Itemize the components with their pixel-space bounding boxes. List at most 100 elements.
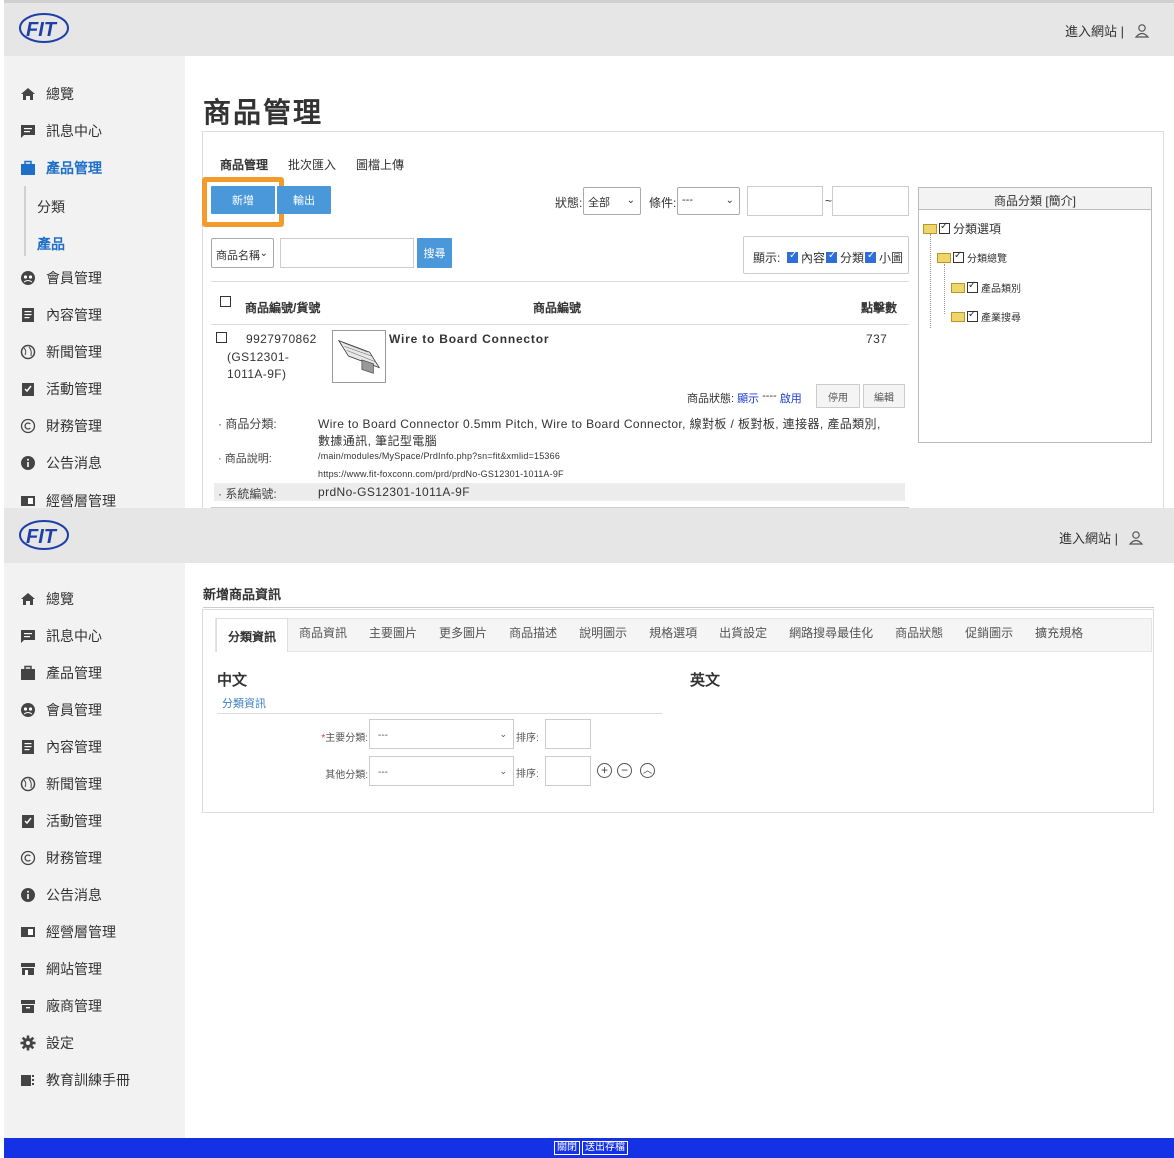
status-select[interactable]: 全部 ⌄ — [583, 187, 641, 215]
enter-site-link[interactable]: 進入網站 | — [1059, 528, 1118, 547]
row-checkbox[interactable] — [216, 332, 227, 343]
checklist-icon — [22, 383, 34, 396]
tab-seo[interactable]: 網路搜尋最佳化 — [778, 624, 884, 651]
other-category-label: 其他分類: — [325, 770, 368, 781]
status-show-link[interactable]: 顯示 — [737, 390, 759, 406]
nav-products[interactable]: 產品管理 — [20, 663, 102, 683]
category-info-link[interactable]: 分類資訊 — [222, 695, 266, 711]
minus-circle-icon[interactable]: − — [617, 763, 632, 778]
nav-vendors[interactable]: 廠商管理 — [20, 996, 102, 1016]
globe-icon — [20, 776, 36, 792]
tree-root[interactable]: 分類選項 — [923, 220, 1001, 237]
nav-content-label: 內容管理 — [46, 739, 102, 755]
search-field-select[interactable]: 商品名稱 ⌄ — [211, 238, 274, 268]
nav-events[interactable]: 活動管理 — [20, 811, 102, 831]
tab-product-info[interactable]: 商品資訊 — [288, 624, 358, 651]
condition-select[interactable]: --- ⌄ — [677, 187, 740, 215]
fit-logo[interactable]: FIT — [18, 11, 74, 45]
nav-products[interactable]: 產品管理 — [20, 158, 102, 178]
close-button[interactable]: 關閉 — [554, 1141, 580, 1155]
tree-leaf-product-type[interactable]: 產品類別 — [951, 280, 1021, 295]
nav-announcements[interactable]: 公告消息 — [20, 885, 102, 905]
nav-sub-product[interactable]: 產品 — [37, 234, 65, 254]
main-sort-input[interactable] — [545, 719, 591, 749]
checkbox-icon — [967, 280, 978, 293]
nav-news[interactable]: 新聞管理 — [20, 774, 102, 794]
nav-sub-category[interactable]: 分類 — [37, 197, 65, 217]
folder-icon — [951, 282, 965, 293]
divider — [203, 607, 1154, 608]
nav-finance[interactable]: 財務管理 — [20, 416, 102, 436]
select-all-checkbox[interactable] — [220, 296, 231, 307]
nav-training-manual[interactable]: 教育訓練手冊 — [20, 1070, 130, 1090]
tab-category-info[interactable]: 分類資訊 — [216, 618, 289, 652]
gear-icon — [20, 1035, 36, 1051]
nav-finance[interactable]: 財務管理 — [20, 848, 102, 868]
tab-image-upload[interactable]: 圖檔上傳 — [354, 154, 414, 182]
nav-overview[interactable]: 總覽 — [20, 589, 74, 609]
tab-main-image[interactable]: 主要圖片 — [358, 624, 428, 651]
tree-child[interactable]: 分類總覽 — [937, 250, 1007, 265]
tab-promo-icon[interactable]: 促銷圖示 — [954, 624, 1024, 651]
tab-batch-import[interactable]: 批次匯入 — [286, 154, 346, 182]
range-end-input[interactable] — [832, 186, 909, 216]
nav-executive[interactable]: 經營層管理 — [20, 922, 116, 942]
nav-messages[interactable]: 訊息中心 — [20, 626, 102, 646]
tab-illustration[interactable]: 說明圖示 — [568, 624, 638, 651]
nav-messages[interactable]: 訊息中心 — [20, 121, 102, 141]
search-input[interactable] — [280, 238, 414, 268]
nav-training-manual-label: 教育訓練手冊 — [46, 1072, 130, 1088]
nav-overview[interactable]: 總覽 — [20, 84, 74, 104]
tab-more-images[interactable]: 更多圖片 — [428, 624, 498, 651]
status-enabled-link[interactable]: 啟用 — [780, 390, 802, 406]
nav-news[interactable]: 新聞管理 — [20, 342, 102, 362]
tab-extended-spec[interactable]: 擴充規格 — [1024, 624, 1094, 651]
plus-circle-icon[interactable]: + — [597, 763, 612, 778]
submit-save-button[interactable]: 送出存檔 — [582, 1141, 628, 1155]
search-button[interactable]: 搜尋 — [417, 238, 452, 268]
tab-product-status[interactable]: 商品狀態 — [884, 624, 954, 651]
tree-leaf-industry-search[interactable]: 產業搜尋 — [951, 309, 1021, 324]
main-category-select[interactable]: --- ⌄ — [369, 719, 514, 749]
tab-shipping[interactable]: 出貨設定 — [708, 624, 778, 651]
display-option-thumbnail[interactable]: 小圖 — [865, 249, 903, 266]
display-option-category[interactable]: 分類 — [826, 249, 864, 266]
nav-website[interactable]: 網站管理 — [20, 959, 102, 979]
other-category-select[interactable]: --- ⌄ — [369, 756, 514, 786]
manual-icon — [21, 1075, 34, 1086]
nav-content[interactable]: 內容管理 — [20, 737, 102, 757]
chevron-up-circle-icon[interactable]: ︿ — [640, 763, 655, 778]
chevron-down-icon: ⌄ — [259, 248, 268, 259]
enter-site-link[interactable]: 進入網站 | — [1065, 21, 1124, 40]
tab-description[interactable]: 商品描述 — [498, 624, 568, 651]
nav-executive[interactable]: 經營層管理 — [20, 491, 116, 508]
nav-announcements[interactable]: 公告消息 — [20, 453, 102, 473]
sidebar: 總覽 訊息中心 產品管理 會員管理 內容管理 新聞管理 活動管理 財務管理 公告… — [4, 563, 185, 1138]
nav-events[interactable]: 活動管理 — [20, 379, 102, 399]
nav-settings[interactable]: 設定 — [20, 1033, 74, 1053]
nav-news-label: 新聞管理 — [46, 344, 102, 360]
other-sort-input[interactable] — [545, 756, 591, 786]
tab-spec-options[interactable]: 規格選項 — [638, 624, 708, 651]
nav-content[interactable]: 內容管理 — [20, 305, 102, 325]
nav-vendors-label: 廠商管理 — [46, 998, 102, 1014]
nav-members[interactable]: 會員管理 — [20, 700, 102, 720]
description-url-2: https://www.fit-foxconn.com/prd/prdNo-GS… — [318, 469, 564, 479]
nav-members[interactable]: 會員管理 — [20, 268, 102, 288]
display-option-content[interactable]: 內容 — [787, 249, 825, 266]
nav-executive-label: 經營層管理 — [46, 924, 116, 940]
edit-button[interactable]: 編輯 — [863, 384, 905, 408]
user-icon[interactable] — [1134, 23, 1150, 39]
product-name[interactable]: Wire to Board Connector — [389, 332, 549, 346]
product-thumbnail[interactable] — [332, 330, 386, 383]
user-icon[interactable] — [1128, 530, 1144, 546]
folder-icon — [951, 311, 965, 322]
range-start-input[interactable] — [747, 186, 823, 216]
chevron-down-icon: ⌄ — [499, 729, 507, 739]
tree-line — [944, 264, 945, 314]
fit-logo[interactable]: FIT — [18, 518, 74, 552]
condition-label: 條件: — [649, 196, 677, 210]
disable-button[interactable]: 停用 — [816, 384, 860, 408]
form-tabs: 分類資訊 商品資訊 主要圖片 更多圖片 商品描述 說明圖示 規格選項 出貨設定 … — [215, 618, 1152, 652]
export-button[interactable]: 輸出 — [277, 186, 331, 214]
